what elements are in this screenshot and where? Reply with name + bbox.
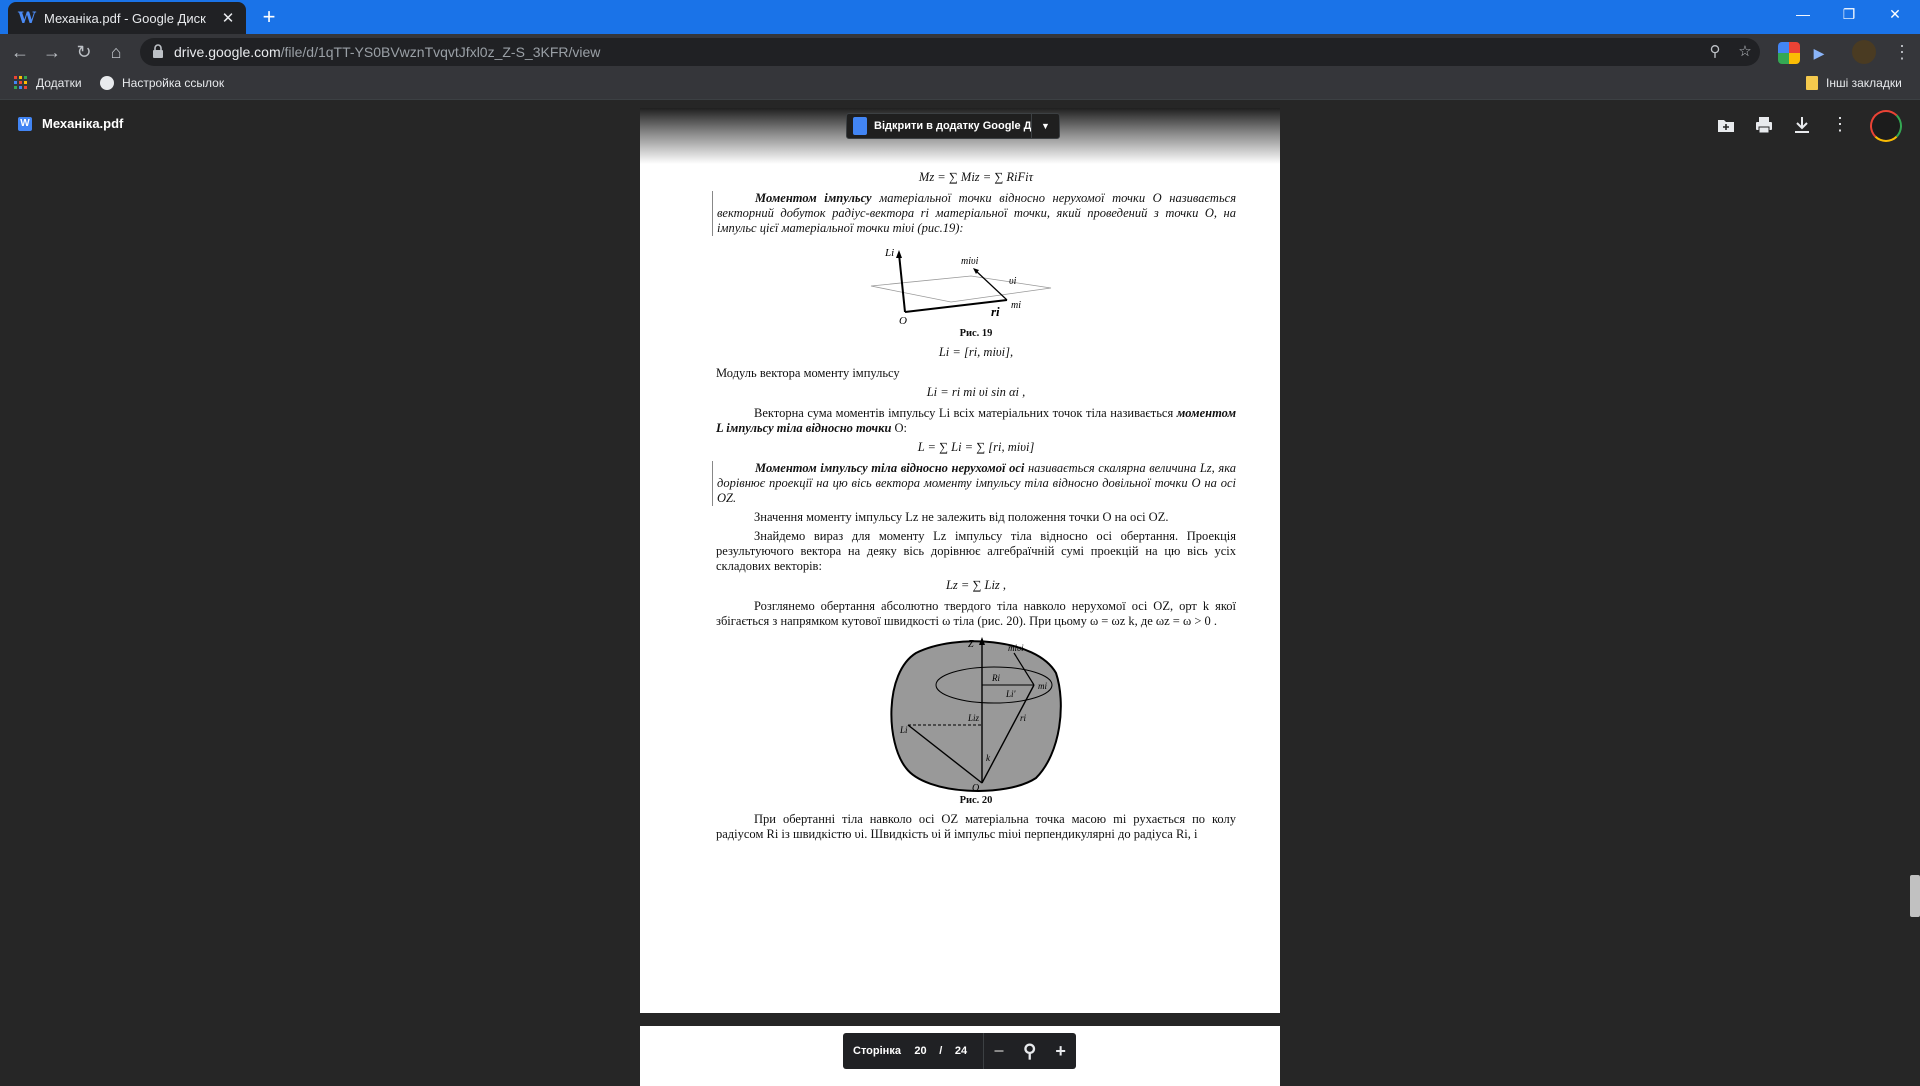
fig20-label-Lprime: Li' — [1005, 689, 1017, 699]
paragraph-axis-moment: Моментом імпульсу тіла відносно нерухомо… — [712, 461, 1236, 506]
fig19-label-O: O — [899, 315, 907, 327]
fig19-caption: Рис. 19 — [959, 328, 993, 339]
account-avatar[interactable] — [1870, 110, 1902, 142]
zoom-in-button[interactable]: + — [1045, 1041, 1076, 1062]
paragraph-modulus: Модуль вектора моменту імпульсу — [716, 366, 900, 380]
fig20-label-m: mi — [1038, 681, 1047, 691]
fig20-label-r: ri — [1020, 713, 1027, 723]
add-to-drive-icon[interactable] — [1715, 114, 1737, 136]
paragraph-circular-motion: При обертанні тіла навколо осі OZ матері… — [716, 812, 1236, 841]
bookmark-apps[interactable]: Додатки — [14, 76, 82, 90]
formula-l: L = ∑ Li = ∑ [ri, miυi] — [917, 440, 1035, 454]
word-file-icon: W — [18, 116, 32, 131]
fig20-caption: Рис. 20 — [959, 795, 993, 806]
bookmark-star-icon[interactable]: ☆ — [1736, 43, 1754, 61]
browser-toolbar: ← → ↻ ⌂ drive.google.com/file/d/1qTT-YS0… — [0, 34, 1920, 70]
bookmark-settings[interactable]: Настройка ссылок — [100, 76, 224, 90]
minimize-button[interactable]: — — [1780, 0, 1826, 30]
fig20-label-Li: Li — [899, 725, 908, 735]
formula-mz: Mz = ∑ Miz = ∑ RiFiτ — [918, 170, 1034, 184]
formula-li-modulus: Li = ri mi υi sin αi , — [926, 385, 1026, 399]
page-separator: / — [939, 1045, 943, 1057]
open-with-label: Відкрити в додатку Google До... — [874, 120, 1031, 132]
fig20-label-R: Ri — [991, 673, 1000, 683]
profile-avatar[interactable] — [1852, 40, 1876, 64]
reload-button[interactable]: ↻ — [72, 40, 96, 64]
back-button[interactable]: ← — [8, 40, 32, 64]
text-span: O: — [894, 421, 908, 435]
drive-viewer: W Механіка.pdf ⋮ Mz = ∑ Miz = ∑ RiFiτ Мо… — [0, 100, 1920, 1086]
more-options-icon[interactable]: ⋮ — [1829, 114, 1851, 136]
page-label: Сторінка — [853, 1045, 901, 1057]
fig19-label-mv: miυi — [961, 256, 979, 267]
new-tab-button[interactable]: + — [256, 5, 282, 31]
folder-icon — [1806, 76, 1818, 90]
address-bar[interactable]: drive.google.com/file/d/1qTT-YS0BVwznTvq… — [140, 38, 1760, 66]
apps-grid-icon — [14, 76, 27, 89]
fig19-label-v: υi — [1009, 276, 1017, 287]
figure-20: Z miυi Ri mi Li' Liz Li ri k O — [890, 637, 1062, 794]
play-extension-icon[interactable]: ▶ — [1808, 42, 1830, 64]
bookmark-label: Інші закладки — [1826, 76, 1902, 90]
paragraph-moment-definition: Моментом імпульсу матеріальної точки від… — [712, 191, 1236, 236]
zoom-magnifier-icon[interactable]: ⚲ — [1014, 1041, 1045, 1062]
figure-19: Li miυi υi O ri mi — [870, 247, 1052, 327]
paragraph-rotation: Розглянемо обертання абсолютно твердого … — [716, 599, 1236, 628]
fig20-label-Z: Z — [968, 639, 974, 650]
tab-strip: W Механіка.pdf - Google Диск ✕ + — ❐ ✕ — [0, 0, 1920, 34]
term-bold: Моментом імпульсу — [755, 191, 872, 205]
tab-title: Механіка.pdf - Google Диск — [44, 10, 206, 26]
dropdown-arrow-icon[interactable]: ▼ — [1031, 114, 1059, 138]
open-with-button[interactable]: Відкрити в додатку Google До... ▼ — [846, 113, 1060, 139]
forward-button[interactable]: → — [40, 40, 64, 64]
menu-kebab-icon[interactable]: ⋮ — [1890, 40, 1914, 64]
word-favicon-icon: W — [18, 8, 36, 27]
lock-icon — [153, 44, 163, 58]
globe-icon — [100, 76, 114, 90]
file-name: W Механіка.pdf — [18, 116, 123, 131]
tab-close-icon[interactable]: ✕ — [220, 9, 236, 27]
paragraph-independence: Значення моменту імпульсу Lz не залежить… — [754, 510, 1169, 524]
pdf-page: Mz = ∑ Miz = ∑ RiFiτ Моментом імпульсу м… — [640, 108, 1280, 1013]
fig20-label-Liz: Liz — [967, 713, 980, 723]
text-span: Векторна сума моментів імпульсу Li всіх … — [754, 406, 1174, 420]
url-text: drive.google.com/file/d/1qTT-YS0BVwznTvq… — [174, 44, 601, 60]
file-name-text: Механіка.pdf — [42, 116, 124, 131]
print-icon[interactable] — [1753, 114, 1775, 136]
formula-li: Li = [ri, miυi], — [938, 345, 1014, 359]
fig19-label-L: Li — [884, 247, 894, 259]
page-navigator: Сторінка 20 / 24 − ⚲ + — [843, 1033, 1076, 1069]
viewer-scrollbar[interactable] — [1910, 875, 1920, 917]
paragraph-vector-sum: Векторна сума моментів імпульсу Li всіх … — [716, 406, 1236, 436]
restore-button[interactable]: ❐ — [1826, 0, 1872, 30]
bookmark-label: Додатки — [36, 76, 82, 90]
bookmark-label: Настройка ссылок — [122, 76, 225, 90]
total-pages: 24 — [954, 1045, 968, 1057]
home-button[interactable]: ⌂ — [104, 40, 128, 64]
current-page-input[interactable]: 20 — [909, 1045, 932, 1057]
fig19-label-r: ri — [991, 304, 1000, 319]
paragraph-projection: Знайдемо вираз для моменту Lz імпульсу т… — [716, 529, 1236, 573]
other-bookmarks[interactable]: Інші закладки — [1806, 76, 1902, 90]
extension-icon[interactable] — [1778, 42, 1800, 64]
bookmarks-bar: Додатки Настройка ссылок Інші закладки — [0, 70, 1920, 100]
zoom-icon[interactable]: ⚲ — [1706, 43, 1724, 61]
google-docs-icon — [853, 117, 867, 135]
fig20-label-mv: miυi — [1008, 643, 1024, 653]
close-window-button[interactable]: ✕ — [1872, 0, 1918, 30]
zoom-out-button[interactable]: − — [984, 1041, 1015, 1062]
browser-tab-active[interactable]: W Механіка.pdf - Google Диск ✕ — [8, 2, 246, 34]
formula-lz: Lz = ∑ Liz , — [945, 578, 1007, 592]
download-icon[interactable] — [1791, 114, 1813, 136]
term-bold: Моментом імпульсу тіла відносно нерухомо… — [755, 461, 1025, 475]
fig19-label-m: mi — [1011, 300, 1021, 311]
page-content: Mz = ∑ Miz = ∑ RiFiτ Моментом імпульсу м… — [712, 168, 1236, 846]
